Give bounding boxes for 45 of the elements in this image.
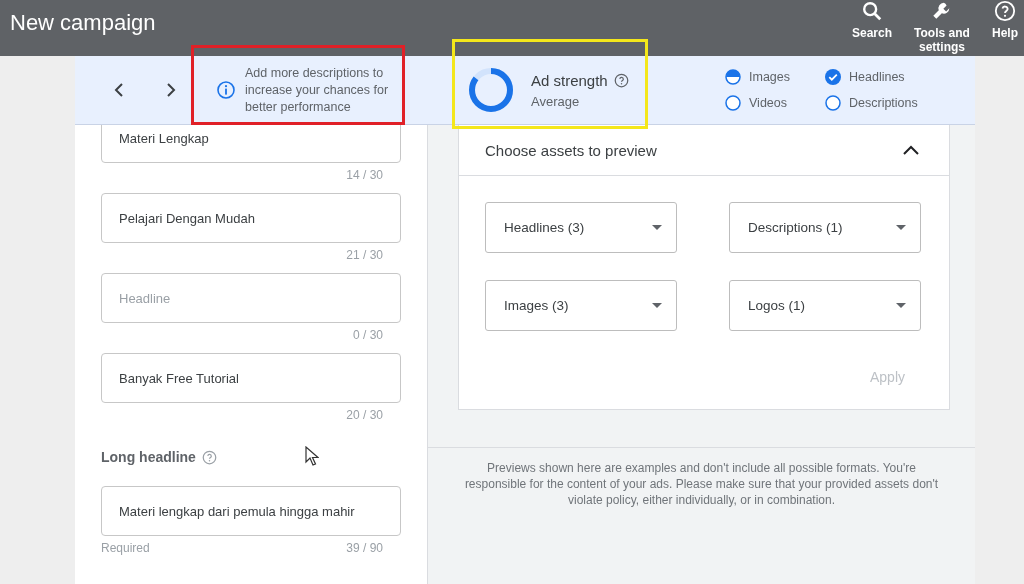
chevron-right-icon xyxy=(166,82,176,98)
ad-strength-rating: Average xyxy=(531,93,581,109)
empty-circle-icon xyxy=(825,95,841,111)
info-icon xyxy=(217,80,235,99)
headline-field[interactable]: Materi Lengkap xyxy=(101,125,401,163)
disclaimer-text: Previews shown here are examples and don't include all possible formats. You're responsible for the content of your ads. Please make sure that your provided assets don't violate policy, either individually, or in combination. xyxy=(463,460,940,508)
headline-field[interactable]: Banyak Free Tutorial xyxy=(101,353,401,403)
long-headline-field[interactable]: Materi lengkap dari pemula hingga mahir xyxy=(101,486,401,536)
help-icon[interactable] xyxy=(201,449,217,465)
character-counter: 39 / 90 xyxy=(346,540,383,557)
help-icon[interactable] xyxy=(613,72,629,88)
character-counter: 20 / 30 xyxy=(345,407,383,424)
card-title: Choose assets to preview xyxy=(485,141,657,159)
asset-dropdown[interactable]: Images (3) xyxy=(485,280,677,331)
caret-icon xyxy=(896,225,906,230)
toolbar-button[interactable]: Tools and settings xyxy=(910,0,974,54)
caret-icon xyxy=(896,303,906,308)
collapse-button[interactable] xyxy=(903,145,919,155)
check-circle-icon xyxy=(825,69,841,85)
checklist-label: Headlines xyxy=(849,70,905,84)
headline-field[interactable]: Headline xyxy=(101,273,401,323)
character-counter: 14 / 30 xyxy=(345,167,383,184)
checklist-label: Images xyxy=(749,70,790,84)
checklist-label: Descriptions xyxy=(849,96,918,110)
chevron-left-icon xyxy=(114,82,124,98)
toolbar-button[interactable]: Search xyxy=(851,0,892,54)
caret-icon xyxy=(652,225,662,230)
character-counter: 21 / 30 xyxy=(345,247,383,264)
cursor-icon xyxy=(305,446,319,466)
asset-dropdown[interactable]: Headlines (3) xyxy=(485,202,677,253)
caret-icon xyxy=(652,303,662,308)
asset-dropdown[interactable]: Logos (1) xyxy=(729,280,921,331)
empty-circle-icon xyxy=(725,95,741,111)
long-headline-label: Long headline xyxy=(101,449,196,465)
toolbar-button[interactable]: Help xyxy=(992,0,1018,54)
page-title: New campaign xyxy=(10,10,156,36)
ad-strength-label: Ad strength xyxy=(531,71,608,89)
required-hint: Required xyxy=(101,540,150,557)
character-counter: 0 / 30 xyxy=(351,327,383,344)
search-icon xyxy=(860,0,883,22)
half-circle-icon xyxy=(725,69,741,85)
checklist-label: Videos xyxy=(749,96,787,110)
tip-text: Add more descriptions to increase your chances for better performance xyxy=(245,64,390,116)
asset-dropdown[interactable]: Descriptions (1) xyxy=(729,202,921,253)
headline-field[interactable]: Pelajari Dengan Mudah xyxy=(101,193,401,243)
